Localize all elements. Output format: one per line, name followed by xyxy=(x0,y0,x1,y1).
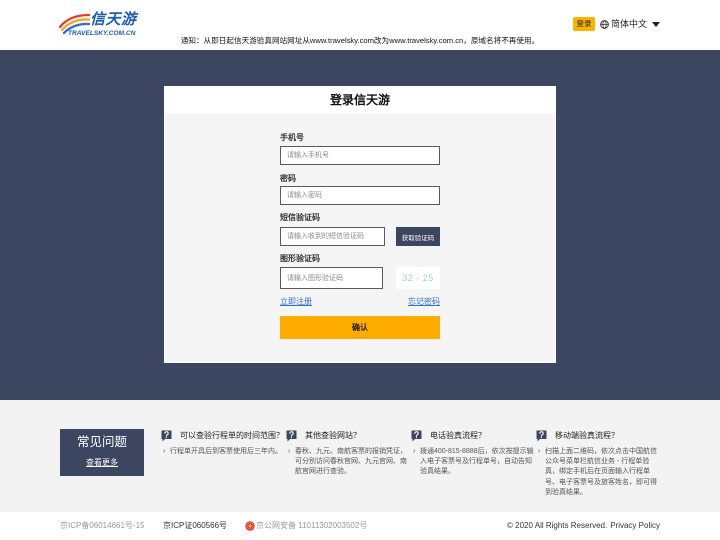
faq-item: 移动端验真流程？ 扫描上面二维码，依次点击中国航信公众号菜单栏航信业务 - 行程… xyxy=(536,430,660,510)
faq-item-title: 其他查验网站？ xyxy=(305,431,361,440)
faq-item-title: 可以查验行程单的时间范围？ xyxy=(180,431,284,440)
faq-more-link[interactable]: 查看更多 xyxy=(60,458,144,468)
language-selector[interactable]: 简体中文 xyxy=(600,17,662,31)
sms-code-input[interactable] xyxy=(280,227,385,246)
password-label: 密码 xyxy=(280,174,296,183)
get-sms-code-button[interactable]: 获取验证码 xyxy=(396,227,440,246)
question-bubble-icon xyxy=(411,430,422,442)
caret-down-icon xyxy=(652,22,660,27)
phone-label: 手机号 xyxy=(280,133,304,142)
faq-item-title: 移动端验真流程？ xyxy=(555,431,619,440)
register-link[interactable]: 立即注册 xyxy=(280,297,312,307)
captcha-input[interactable] xyxy=(280,267,383,289)
hero-band: 登录信天游 手机号 密码 短信验证码 获取验证码 图形验证码 32 - 25 立… xyxy=(0,50,720,400)
faq-item-answer: 拨通400-815-8888后，依次按提示输入电子客票号及行程单号，自动告知验真… xyxy=(413,447,534,478)
login-card: 登录信天游 手机号 密码 短信验证码 获取验证码 图形验证码 32 - 25 立… xyxy=(164,86,556,363)
language-label: 简体中文 xyxy=(611,19,648,29)
password-input[interactable] xyxy=(280,186,440,205)
question-bubble-icon xyxy=(286,430,297,442)
faq-item-title: 电话验真流程？ xyxy=(430,431,486,440)
faq-section: 常见问题 查看更多 可以查验行程单的时间范围？ 行程单开具后到客票使用后三年内。… xyxy=(0,400,720,512)
icp-license: 京ICP证060566号 xyxy=(163,521,228,530)
privacy-policy-link[interactable]: Privacy Policy xyxy=(610,521,660,530)
copyright-text: © 2020 All Rights Reserved. xyxy=(507,521,608,530)
faq-item: 可以查验行程单的时间范围？ 行程单开具后到客票使用后三年内。 xyxy=(161,430,285,510)
captcha-image[interactable]: 32 - 25 xyxy=(396,267,440,289)
question-bubble-icon xyxy=(536,430,547,442)
captcha-label: 图形验证码 xyxy=(280,254,320,263)
logo-text: 信天游 xyxy=(90,11,137,28)
faq-item: 电话验真流程？ 拨通400-815-8888后，依次按提示输入电子客票号及行程单… xyxy=(411,430,535,510)
confirm-button[interactable]: 确认 xyxy=(280,316,440,339)
sms-code-label: 短信验证码 xyxy=(280,213,320,222)
faq-heading-box: 常见问题 查看更多 xyxy=(60,429,144,476)
faq-item-answer: 扫描上面二维码，依次点击中国航信公众号菜单栏航信业务 - 行程单验真，绑定手机后… xyxy=(538,447,659,498)
faq-item: 其他查验网站？ 春秋、九元、南航客票的报销凭证，可分别访问春秋官网、九元官网、南… xyxy=(286,430,410,510)
domain-change-notice: 通知：从即日起信天游验真网站网址从www.travelsky.com改为www.… xyxy=(180,36,540,45)
icp-record-link[interactable]: 京ICP备06014661号-15 xyxy=(60,521,145,531)
login-button[interactable]: 登录 xyxy=(573,17,595,31)
bottom-bar: 京ICP备06014661号-15 京ICP证060566号 京公网安备 110… xyxy=(0,512,720,540)
copyright: © 2020 All Rights Reserved. Privacy Polic… xyxy=(507,521,660,531)
forgot-password-link[interactable]: 忘记密码 xyxy=(408,297,440,307)
top-header: 信天游 TRAVELSKY.COM.CN 登录 简体中文 通知：从即日起信天游验… xyxy=(0,0,720,50)
question-bubble-icon xyxy=(161,430,172,442)
police-record-link[interactable]: 京公网安备 11011302003502号 xyxy=(256,521,367,531)
phone-input[interactable] xyxy=(280,146,440,165)
faq-item-answer: 行程单开具后到客票使用后三年内。 xyxy=(163,447,284,457)
faq-item-answer: 春秋、九元、南航客票的报销凭证，可分别访问春秋官网、九元官网、南航官网进行查验。 xyxy=(288,447,409,478)
police-emblem-icon xyxy=(245,521,255,531)
faq-heading: 常见问题 xyxy=(76,435,127,449)
globe-icon xyxy=(600,20,609,29)
login-title: 登录信天游 xyxy=(329,93,390,107)
